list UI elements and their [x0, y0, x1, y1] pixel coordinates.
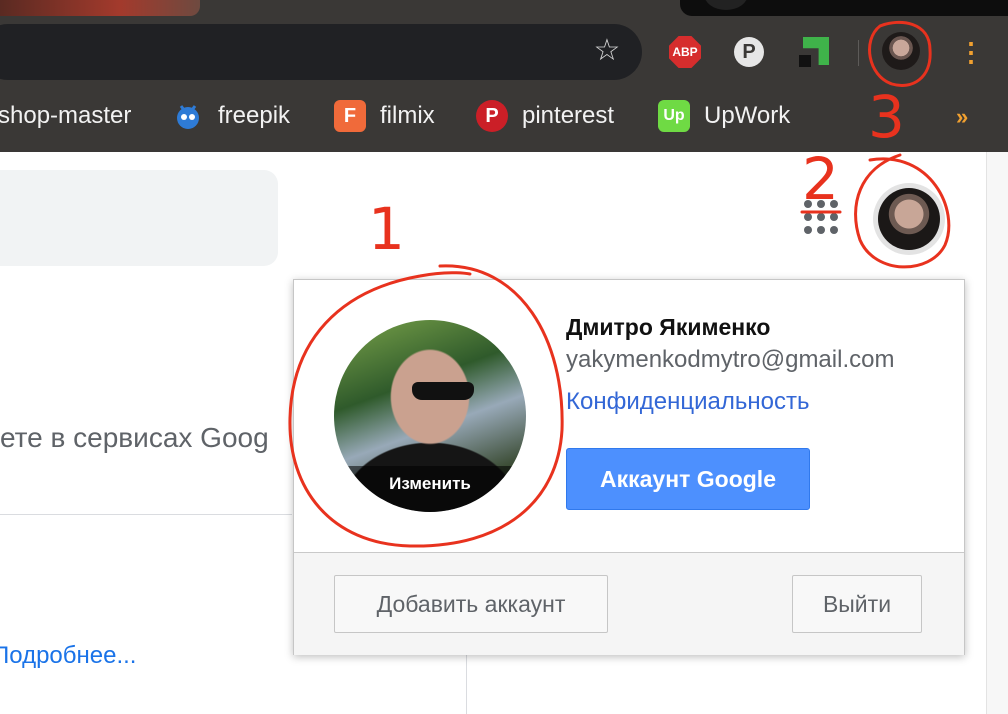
bookmark-shop-master[interactable]: shop-master	[0, 100, 131, 132]
filmix-icon: F	[334, 100, 366, 132]
account-email: yakymenkodmytro@gmail.com	[566, 346, 895, 373]
sunglasses	[412, 382, 474, 400]
bookmarks-overflow-icon[interactable]: »	[956, 104, 968, 130]
account-name: Дмитро Якименко	[566, 314, 771, 340]
upwork-icon: Up	[658, 100, 690, 132]
pinterest-icon: P	[476, 100, 508, 132]
divider	[0, 514, 292, 515]
bookmark-filmix[interactable]: F filmix	[334, 100, 435, 132]
media-control-strip	[680, 0, 1008, 16]
address-bar[interactable]	[0, 24, 642, 80]
privacy-link[interactable]: Конфиденциальность	[566, 388, 809, 416]
freepik-icon	[172, 100, 204, 132]
adblock-extension-icon[interactable]: ABP	[668, 35, 702, 69]
add-account-button[interactable]: Добавить аккаунт	[334, 575, 608, 633]
learn-more-link[interactable]: Подробнее...	[0, 642, 136, 670]
pinterest-extension-icon[interactable]: P	[732, 35, 766, 69]
annotation-number-2: 2	[802, 145, 839, 213]
search-input[interactable]	[0, 170, 278, 266]
toolbar-divider	[858, 40, 859, 66]
tab-strip	[0, 0, 200, 16]
bookmark-pinterest[interactable]: P pinterest	[476, 100, 614, 132]
annotation-number-3: 3	[868, 83, 905, 151]
scrollbar[interactable]	[986, 152, 1008, 714]
bookmark-label: filmix	[380, 102, 435, 129]
google-account-button[interactable]: Аккаунт Google	[566, 448, 810, 510]
change-photo-button[interactable]: Изменить	[334, 466, 526, 512]
account-avatar-button[interactable]	[873, 183, 945, 255]
column-divider	[466, 654, 467, 714]
logout-button[interactable]: Выйти	[792, 575, 922, 633]
media-knob	[704, 0, 748, 10]
page-body-text: ете в сервисах Goog	[0, 422, 269, 453]
bookmark-label: UpWork	[704, 102, 791, 129]
bookmark-freepik[interactable]: freepik	[172, 100, 290, 132]
annotation-number-1: 1	[368, 195, 405, 263]
browser-profile-avatar[interactable]	[882, 32, 920, 70]
popup-footer: Добавить аккаунт Выйти	[294, 552, 964, 655]
bookmark-star-icon[interactable]: ☆	[590, 34, 624, 68]
avatar	[878, 188, 940, 250]
green-extension-icon[interactable]	[797, 35, 831, 69]
profile-photo[interactable]: Изменить	[334, 320, 526, 512]
bookmark-label: shop-master	[0, 102, 132, 129]
account-popup: Изменить Дмитро Якименко yakymenkodmytro…	[293, 279, 965, 655]
kebab-menu-icon[interactable]: ⋮	[958, 38, 984, 66]
bookmark-label: freepik	[218, 102, 291, 129]
bookmark-label: pinterest	[522, 102, 615, 129]
bookmark-upwork[interactable]: Up UpWork	[658, 100, 790, 132]
